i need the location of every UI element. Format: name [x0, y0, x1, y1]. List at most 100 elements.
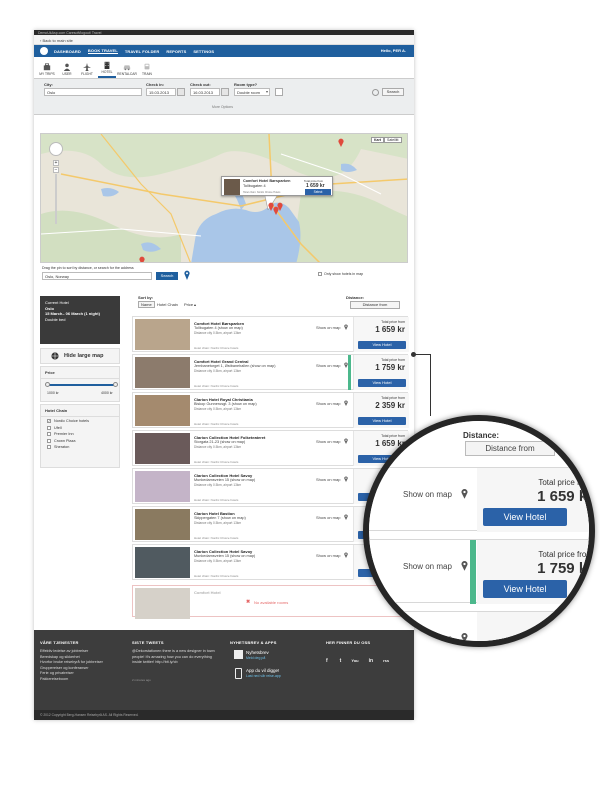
view-hotel-button[interactable]: View Hotel [358, 341, 406, 349]
chain-option[interactable]: Premier Inn [47, 432, 113, 437]
magnified-show-on-map[interactable]: Show on map [403, 562, 452, 571]
search-button[interactable]: Search [382, 88, 404, 96]
back-to-main-link[interactable]: ‹ Back to main site [40, 38, 73, 43]
hotel-pin-icon[interactable] [139, 256, 145, 263]
tab-map[interactable]: Kart [371, 137, 385, 143]
hotel-pin-icon[interactable] [338, 138, 344, 147]
hotel-thumbnail[interactable] [135, 357, 190, 388]
hotel-map[interactable]: + − Kart Satellitt Comfort Hotel Børspar… [40, 133, 408, 263]
linkedin-icon[interactable]: in [369, 658, 373, 664]
chain-option[interactable]: ✓ Nordic Choice hotels [47, 419, 113, 424]
hotel-address[interactable]: Skippergaten 7 (show on map) [194, 516, 246, 520]
price-min-handle[interactable] [44, 382, 50, 387]
chain-checkbox[interactable] [47, 425, 51, 430]
city-input[interactable]: Oslo [44, 88, 142, 96]
checkin-input[interactable]: 15.03.2013 [146, 88, 176, 96]
hotel-thumbnail[interactable] [135, 395, 190, 426]
show-on-map-link[interactable]: Show on map [316, 401, 340, 406]
show-on-map-link[interactable]: Show on map [316, 477, 340, 482]
distance-select[interactable]: Distance from [350, 301, 400, 309]
price-max-handle[interactable] [112, 382, 118, 387]
map-pin-icon[interactable] [344, 324, 348, 330]
room-options-button[interactable] [275, 88, 283, 96]
nav-book-travel[interactable]: BOOK TRAVEL [87, 48, 118, 54]
hotel-address[interactable]: Jernbanetorget 1, Østbanehallen (show on… [194, 364, 275, 368]
chain-checkbox[interactable] [47, 444, 51, 449]
subnav-my-trips[interactable]: MY TRIPS [38, 58, 56, 78]
hotel-address[interactable]: Tollbugaten 4 (show on map) [194, 326, 243, 330]
sort-name-button[interactable]: Name [138, 301, 155, 308]
checkout-input[interactable]: 16.03.2013 [190, 88, 220, 96]
map-pin-icon[interactable] [344, 476, 348, 482]
zoom-in-button[interactable]: + [53, 160, 59, 166]
settings-icon[interactable] [372, 89, 379, 96]
map-pin-icon[interactable] [344, 514, 348, 520]
footer-service-link[interactable]: Hvorfor bruke reisebyrå for jobbreiser [40, 660, 103, 666]
phone-icon[interactable] [235, 668, 242, 679]
zoom-out-button[interactable]: − [53, 167, 59, 173]
magnified-view-hotel-button[interactable]: View Hotel [483, 508, 567, 526]
only-show-checkbox[interactable] [318, 272, 322, 276]
show-on-map-link[interactable]: Show on map [316, 515, 340, 520]
map-pin-icon[interactable] [461, 560, 468, 571]
subnav-user[interactable]: USER [58, 58, 76, 78]
roomtype-select[interactable]: Double room [234, 88, 270, 96]
nav-travel-folder[interactable]: TRAVEL FOLDER [125, 49, 160, 54]
zoom-slider[interactable] [55, 174, 57, 224]
hotel-thumbnail[interactable] [135, 471, 190, 502]
subnav-train[interactable]: TRAIN [138, 58, 156, 78]
facebook-icon[interactable]: f [326, 658, 328, 664]
chain-checkbox[interactable]: ✓ [47, 419, 51, 424]
hotel-address[interactable]: Munkedamsveien 15 (show on map) [194, 554, 255, 558]
location-pin-icon[interactable] [184, 270, 190, 280]
chain-checkbox[interactable] [47, 438, 51, 443]
map-pin-icon[interactable] [344, 552, 348, 558]
subnav-flight[interactable]: FLIGHT [78, 58, 96, 78]
more-options-link[interactable]: More Options [212, 105, 233, 109]
user-greeting[interactable]: Hello, PER A. [381, 48, 406, 53]
location-input[interactable]: Oslo, Norway [42, 272, 152, 280]
hotel-address[interactable]: Biskop Gunnerusgt. 3 (show on map) [194, 402, 257, 406]
hotel-thumbnail[interactable] [135, 547, 190, 578]
nav-reports[interactable]: REPORTS [166, 49, 186, 54]
map-pan-control[interactable] [49, 142, 63, 156]
nav-dashboard[interactable]: DASHBOARD [54, 49, 81, 54]
map-pin-icon[interactable] [461, 632, 468, 643]
hotel-thumbnail[interactable] [135, 433, 190, 464]
chain-option[interactable]: Sheraton [47, 444, 113, 449]
newsletter-link[interactable]: Meld deg på [246, 656, 265, 660]
rss-icon[interactable]: rss [383, 658, 389, 664]
hotel-pin-icon[interactable] [277, 202, 283, 211]
sort-chain-button[interactable]: Hotel Chain [157, 302, 178, 307]
hotel-address[interactable]: Munkedamsveien 15 (show on map) [194, 478, 255, 482]
hotel-thumbnail[interactable] [135, 319, 190, 350]
hotel-thumbnail[interactable] [135, 509, 190, 540]
map-pin-icon[interactable] [461, 488, 468, 499]
location-search-button[interactable]: Search [156, 272, 178, 280]
chain-checkbox[interactable] [47, 432, 51, 437]
popup-select-button[interactable]: Select [305, 189, 331, 195]
magnified-view-hotel-button[interactable]: View Hotel [483, 580, 567, 598]
twitter-icon[interactable]: t [340, 658, 342, 664]
company-logo[interactable] [40, 47, 48, 55]
sort-price-button[interactable]: Price [184, 302, 193, 307]
hotel-address[interactable]: Storgata 21-23 (show on map) [194, 440, 245, 444]
map-pin-icon[interactable] [344, 438, 348, 444]
chain-option[interactable]: Ufell [47, 425, 113, 430]
map-pin-icon[interactable] [344, 400, 348, 406]
subnav-hotel[interactable]: HOTEL [98, 58, 116, 78]
checkin-calendar-icon[interactable] [177, 88, 185, 96]
view-hotel-button[interactable]: View Hotel [358, 379, 406, 387]
hide-map-button[interactable]: Hide large map [40, 348, 120, 364]
checkout-calendar-icon[interactable] [221, 88, 229, 96]
chain-option[interactable]: Crown Plaza [47, 438, 113, 443]
magnified-distance-select[interactable]: Distance from [465, 441, 555, 456]
show-on-map-link[interactable]: Show on map [316, 325, 340, 330]
nav-settings[interactable]: SETTINGS [193, 49, 214, 54]
show-on-map-link[interactable]: Show on map [316, 553, 340, 558]
show-on-map-link[interactable]: Show on map [316, 363, 340, 368]
show-on-map-link[interactable]: Show on map [316, 439, 340, 444]
youtube-icon[interactable]: You [351, 658, 358, 664]
subnav-rentalcar[interactable]: RENTALCAR [117, 58, 137, 78]
tab-satellite[interactable]: Satellitt [384, 137, 402, 143]
